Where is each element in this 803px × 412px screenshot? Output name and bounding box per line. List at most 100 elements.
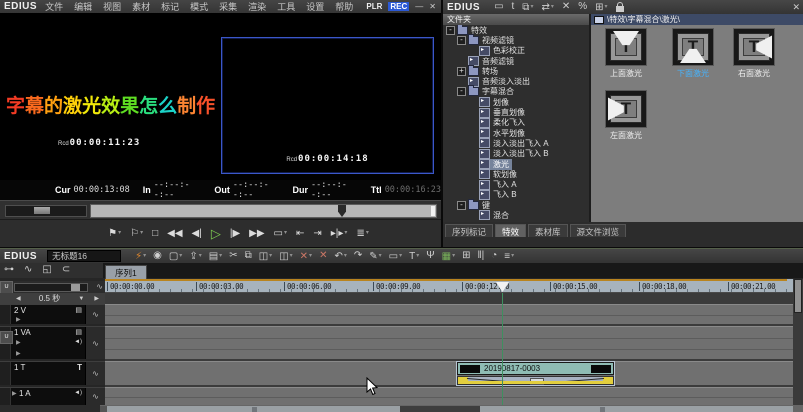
track-expand-icon[interactable]: ▶ xyxy=(16,339,21,346)
tree-item-soft-fly-in[interactable]: 柔化飞入 xyxy=(443,118,589,128)
tools-icon[interactable]: ⇄ xyxy=(541,1,553,14)
export-button[interactable]: ≣ xyxy=(354,226,370,241)
tab-effects[interactable]: 特效 xyxy=(495,224,526,237)
close-icon[interactable]: ✕ xyxy=(792,2,803,13)
undo-icon[interactable]: ↶ xyxy=(334,250,346,263)
track-expand-icon[interactable]: ▶ xyxy=(12,390,17,397)
track-lane-1va[interactable] xyxy=(105,326,793,359)
track-header-1t[interactable]: 1 T T ∿ xyxy=(0,361,105,385)
tree-item-fade-fly-in-a[interactable]: 淡入淡出飞入 A xyxy=(443,138,589,148)
timeline-clip[interactable]: 20190817-0003 xyxy=(457,362,614,385)
plr-mode-button[interactable]: PLR xyxy=(366,2,382,11)
mixer-keyframe-box[interactable] xyxy=(530,378,544,385)
stop-button[interactable]: □ xyxy=(150,227,160,241)
rec-mode-button[interactable]: REC xyxy=(388,2,409,11)
position-marker[interactable] xyxy=(338,205,346,217)
track-header-1a[interactable]: ▶ 1 A ◄) ∿ xyxy=(0,387,105,405)
scale-dropdown-icon[interactable]: ▼ xyxy=(78,296,84,302)
tree-item-fade-fly-in-b[interactable]: 淡入淡出飞入 B xyxy=(443,149,589,159)
audio-mixer-icon[interactable]: ‖| xyxy=(477,250,484,262)
play-button[interactable]: ▷ xyxy=(209,227,223,241)
duplicate-icon[interactable]: ⧉ xyxy=(522,1,533,14)
tree-item-audio-filters[interactable]: 音频滤镜 xyxy=(443,56,589,66)
goto-in-button[interactable]: ⇤ xyxy=(294,227,306,241)
thumb-laser-right[interactable]: T 右面激光 xyxy=(728,28,780,79)
menu-render[interactable]: 渲染 xyxy=(248,0,266,13)
tree-item-audio-cross-fade[interactable]: 音频淡入淡出 xyxy=(443,76,589,86)
tree-item-wipe[interactable]: 划像 xyxy=(443,97,589,107)
track-toggle-icon[interactable]: ∪ xyxy=(0,331,13,344)
thumb-laser-bottom[interactable]: T 下面激光 xyxy=(667,28,719,79)
tree-item-transitions[interactable]: + 转场 xyxy=(443,66,589,76)
lock-icon[interactable] xyxy=(616,6,624,12)
tree-expander[interactable]: - xyxy=(446,26,455,35)
tree-item-fly-in-b[interactable]: 飞入 B xyxy=(443,190,589,200)
menu-capture[interactable]: 采集 xyxy=(219,0,237,13)
zoom-slider-handle[interactable] xyxy=(71,284,80,291)
cut-icon[interactable]: ✂ xyxy=(229,250,237,262)
menu-marker[interactable]: 标记 xyxy=(161,0,179,13)
snap-mode-icon[interactable]: ⊂ xyxy=(62,264,70,276)
mark-in-button[interactable]: ⚑ xyxy=(106,226,123,241)
panel-menu-icon[interactable]: ≡ xyxy=(504,250,514,263)
mark-icon[interactable]: ▭ xyxy=(389,250,402,263)
view-mode-icon[interactable]: ⊞ xyxy=(595,1,607,14)
track-mute-column[interactable] xyxy=(0,388,11,405)
save-icon[interactable]: ▤ xyxy=(209,250,222,263)
track-lane-2v[interactable] xyxy=(105,304,793,324)
horizontal-scrollbar[interactable] xyxy=(100,405,793,412)
track-patch[interactable]: ∿ xyxy=(85,388,105,405)
tree-item-soft-wipe[interactable]: 软划像 xyxy=(443,169,589,179)
clip-bar[interactable]: 20190817-0003 xyxy=(457,362,614,375)
new-clip-icon[interactable]: ▢ xyxy=(169,250,182,263)
sequence-tab[interactable]: 序列1 xyxy=(105,265,147,280)
sync-clock-icon[interactable]: ◔ xyxy=(491,250,497,262)
next-frame-button[interactable]: |▶ xyxy=(228,227,242,241)
monitor-mode-button[interactable]: ▭ xyxy=(272,226,289,241)
title-track-icon[interactable]: T xyxy=(77,363,82,372)
trim-icon[interactable]: ✎ xyxy=(369,250,381,263)
menu-file[interactable]: 文件 xyxy=(45,0,63,13)
tree-item-color-correction[interactable]: 色彩校正 xyxy=(443,46,589,56)
replace-icon[interactable]: ◫ xyxy=(279,250,292,263)
timeline-ruler[interactable]: 00:00:00.0000:00:03.0000:00:06.0000:00:0… xyxy=(105,279,793,293)
tab-bin[interactable]: 素材库 xyxy=(528,224,568,237)
export-timeline-icon[interactable]: ▦ xyxy=(442,250,455,263)
ripple-delete-icon[interactable]: ✕ xyxy=(300,250,312,263)
title-icon[interactable]: T xyxy=(409,250,419,263)
vertical-scrollbar-thumb[interactable] xyxy=(794,279,802,313)
thumb-laser-top[interactable]: T 上面激光 xyxy=(600,28,652,79)
speaker-icon[interactable]: ◄) xyxy=(74,339,82,345)
shuttle-handle[interactable] xyxy=(34,207,50,214)
prev-frame-button[interactable]: ◀| xyxy=(190,227,204,241)
scrollbar-left-button[interactable] xyxy=(100,406,107,412)
track-mute-column[interactable] xyxy=(0,362,11,385)
mark-out-button[interactable]: ⚐ xyxy=(128,226,145,241)
properties-icon[interactable]: % xyxy=(578,1,587,13)
pan-grid-icon[interactable]: ⊞ xyxy=(462,250,470,262)
track-mute-column[interactable]: ∪ xyxy=(0,327,11,359)
tree-item-video-filters[interactable]: - 视频滤镜 xyxy=(443,35,589,45)
track-header-2v[interactable]: 2 V ▤ ▶ ∿ xyxy=(0,304,105,324)
rewind-button[interactable]: ◀◀ xyxy=(165,227,184,241)
copy-icon[interactable]: ⧉ xyxy=(245,250,252,262)
timeline-scale-control[interactable]: ◀ 0.5 秒 ▼ ▶ xyxy=(0,293,105,304)
shuttle-slider[interactable] xyxy=(5,205,87,217)
menu-settings[interactable]: 设置 xyxy=(306,0,324,13)
menu-view[interactable]: 视图 xyxy=(103,0,121,13)
import-icon[interactable]: ⇪ xyxy=(189,250,201,263)
timeline-tracks-area[interactable]: 20190817-0003 xyxy=(105,293,793,405)
track-patch[interactable]: ∿ xyxy=(85,362,105,385)
play-around-cursor-button[interactable]: ▸|▸ xyxy=(329,226,350,241)
paste-icon[interactable]: ◫ xyxy=(259,250,272,263)
track-header-1va[interactable]: ∪ 1 VA ▤ ◄) ▶ ▶ ∿ xyxy=(0,326,105,359)
minimize-button[interactable]: — xyxy=(415,2,423,11)
menu-tools[interactable]: 工具 xyxy=(277,0,295,13)
tree-item-blend[interactable]: 混合 xyxy=(443,210,589,220)
track-expand-icon[interactable]: ▶ xyxy=(16,316,21,323)
vertical-scrollbar[interactable] xyxy=(793,279,803,405)
video-track-icon[interactable]: ▤ xyxy=(75,328,82,336)
menu-mode[interactable]: 模式 xyxy=(190,0,208,13)
menu-clip[interactable]: 素材 xyxy=(132,0,150,13)
redo-icon[interactable]: ↷ xyxy=(354,250,362,262)
